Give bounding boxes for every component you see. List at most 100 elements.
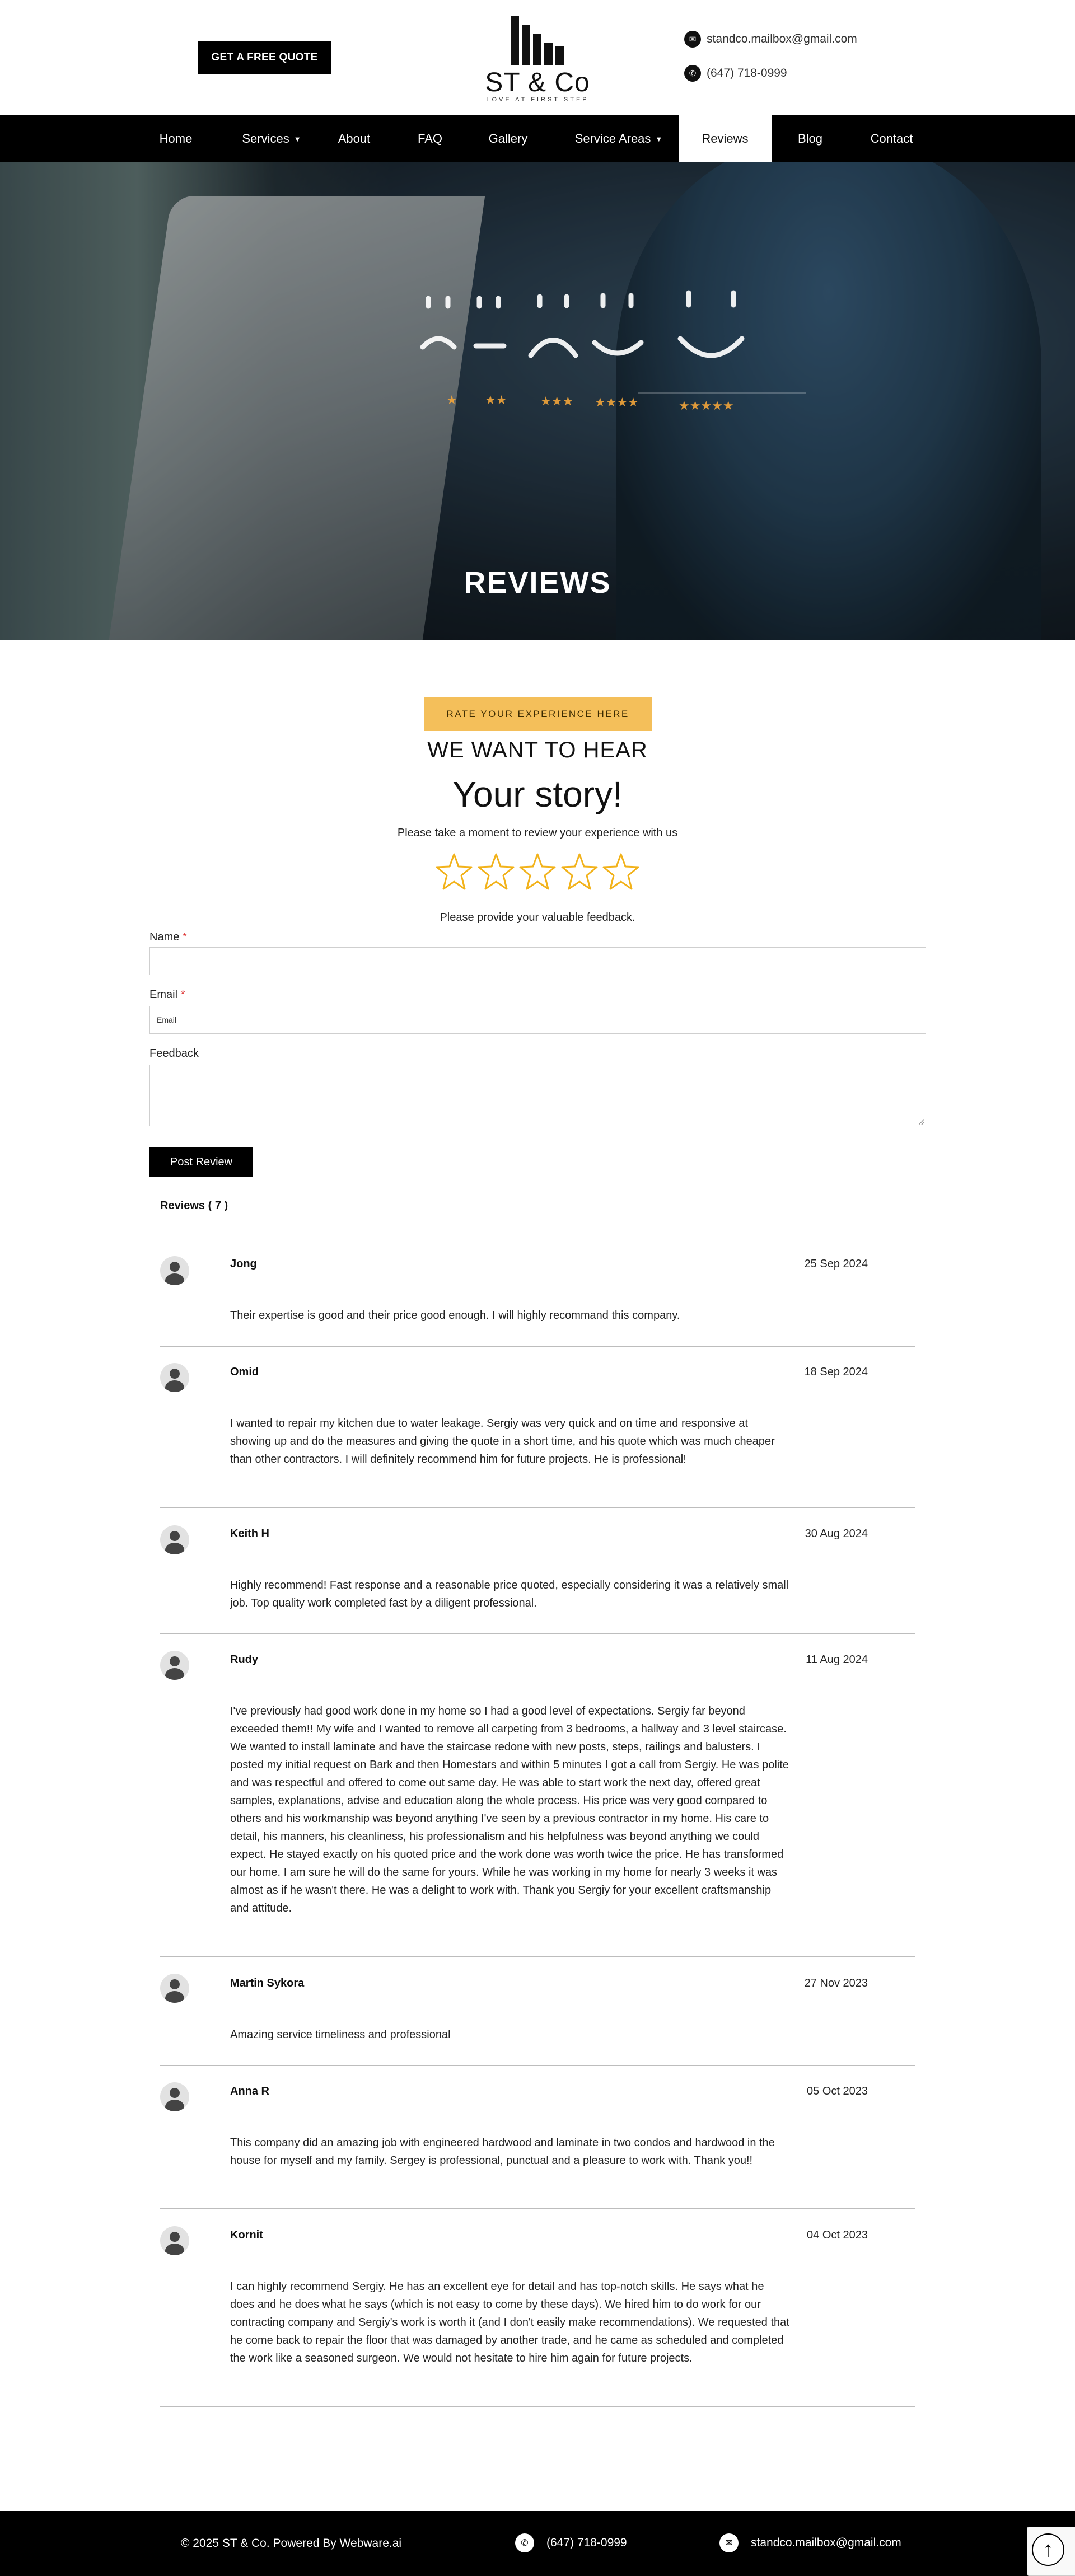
nav-item-reviews[interactable]: Reviews: [679, 115, 772, 162]
nav-label: Gallery: [488, 132, 528, 146]
review-item: Jong 25 Sep 2024 Their expertise is good…: [160, 1243, 915, 1347]
review-intro-text: Please take a moment to review your expe…: [397, 827, 678, 839]
nav-item-service-areas[interactable]: Service Areas ▼: [563, 115, 675, 162]
nav-item-about[interactable]: About: [319, 115, 389, 162]
email-placeholder: Email: [157, 1015, 177, 1024]
user-avatar-icon: [160, 1256, 189, 1285]
review-text: I've previously had good work done in my…: [230, 1705, 789, 1914]
nav-item-blog[interactable]: Blog: [779, 115, 841, 162]
site-header: GET A FREE QUOTE ST & Co LOVE AT FIRST S…: [0, 0, 1075, 115]
reviewer-name: Anna R: [230, 2085, 269, 2097]
reviewer-name: Kornit: [230, 2229, 263, 2241]
review-item: Keith H 30 Aug 2024 Highly recommend! Fa…: [160, 1512, 915, 1634]
user-avatar-icon: [160, 1651, 189, 1680]
get-free-quote-button[interactable]: GET A FREE QUOTE: [198, 41, 331, 74]
nav-item-gallery[interactable]: Gallery: [470, 115, 546, 162]
page-title: REVIEWS: [464, 566, 611, 599]
nav-label: About: [338, 132, 371, 146]
star-outline-icon[interactable]: [519, 853, 556, 892]
email-label: Email *: [149, 989, 185, 1001]
reviewer-name: Rudy: [230, 1654, 258, 1666]
user-avatar-icon: [160, 2226, 189, 2255]
star-outline-icon[interactable]: [478, 853, 515, 892]
review-date: 27 Nov 2023: [804, 1977, 868, 1989]
nav-item-contact[interactable]: Contact: [851, 115, 932, 162]
review-text: I wanted to repair my kitchen due to wat…: [230, 1417, 775, 1465]
review-text: This company did an amazing job with eng…: [230, 2137, 775, 2167]
header-phone[interactable]: ✆ (647) 718-0999: [684, 65, 787, 82]
required-mark: *: [182, 931, 187, 943]
copyright-text[interactable]: © 2025 ST & Co. Powered By Webware.ai: [181, 2537, 401, 2550]
logo-tagline: LOVE AT FIRST STEP: [486, 96, 589, 103]
user-avatar-icon: [160, 1974, 189, 2003]
review-text: I can highly recommend Sergiy. He has an…: [230, 2280, 789, 2364]
star-outline-icon[interactable]: [436, 853, 473, 892]
header-email[interactable]: ✉ standco.mailbox@gmail.com: [684, 31, 857, 48]
back-to-top-button[interactable]: ↑: [1032, 2533, 1064, 2566]
section-heading-large: Your story!: [452, 774, 623, 814]
nav-label: FAQ: [417, 132, 442, 146]
nav-label: Reviews: [702, 132, 749, 146]
footer-phone[interactable]: ✆ (647) 718-0999: [515, 2533, 627, 2552]
svg-text:★★: ★★: [485, 394, 507, 408]
caret-down-icon: ▼: [655, 134, 663, 143]
logo-mark: [511, 16, 567, 65]
envelope-icon: ✉: [719, 2533, 739, 2552]
star-rating-input[interactable]: [436, 853, 639, 895]
hero-banner: ★ ★★ ★★★ ★★★★ ★★★★★ REVIEWS: [0, 162, 1075, 640]
star-outline-icon[interactable]: [561, 853, 598, 892]
nav-label: Home: [159, 132, 193, 146]
caret-down-icon: ▼: [293, 134, 301, 143]
review-date: 30 Aug 2024: [805, 1528, 868, 1540]
arrow-up-icon: ↑: [1043, 2537, 1054, 2561]
nav-item-home[interactable]: Home: [142, 115, 209, 162]
site-footer: © 2025 ST & Co. Powered By Webware.ai ✆ …: [0, 2511, 1075, 2576]
review-date: 11 Aug 2024: [806, 1654, 868, 1666]
post-review-button[interactable]: Post Review: [149, 1147, 253, 1177]
main-nav: Home Services ▼ About FAQ Gallery Servic…: [0, 115, 1075, 162]
feedback-label: Feedback: [149, 1047, 199, 1060]
review-date: 05 Oct 2023: [807, 2085, 868, 2097]
reviewer-name: Keith H: [230, 1528, 269, 1540]
reviews-count: Reviews ( 7 ): [160, 1200, 228, 1212]
review-item: Kornit 04 Oct 2023 I can highly recommen…: [160, 2214, 915, 2407]
nav-item-services[interactable]: Services ▼: [230, 115, 314, 162]
nav-item-faq[interactable]: FAQ: [399, 115, 461, 162]
review-text: Amazing service timeliness and professio…: [230, 2029, 451, 2041]
name-label: Name *: [149, 931, 187, 943]
nav-label: Services: [242, 132, 289, 146]
user-avatar-icon: [160, 2082, 189, 2111]
star-outline-icon[interactable]: [602, 853, 639, 892]
nav-label: Service Areas: [574, 132, 651, 146]
section-heading-small: WE WANT TO HEAR: [427, 738, 648, 762]
phone-icon: ✆: [684, 65, 701, 82]
nav-label: Contact: [870, 132, 913, 146]
footer-email-text: standco.mailbox@gmail.com: [751, 2536, 901, 2549]
review-text: Their expertise is good and their price …: [230, 1309, 680, 1322]
user-avatar-icon: [160, 1363, 189, 1392]
site-logo[interactable]: ST & Co LOVE AT FIRST STEP: [476, 12, 599, 105]
review-item: Anna R 05 Oct 2023 This company did an a…: [160, 2070, 915, 2209]
header-email-text: standco.mailbox@gmail.com: [707, 32, 857, 45]
rate-experience-label: RATE YOUR EXPERIENCE HERE: [424, 697, 652, 731]
resize-handle[interactable]: [919, 1119, 924, 1125]
svg-text:★★★: ★★★: [540, 395, 573, 409]
review-date: 25 Sep 2024: [804, 1258, 868, 1270]
envelope-icon: ✉: [684, 31, 701, 48]
email-input[interactable]: Email: [149, 1006, 926, 1034]
reviewer-name: Omid: [230, 1366, 259, 1378]
feedback-textarea[interactable]: [149, 1065, 926, 1126]
required-mark: *: [180, 989, 185, 1001]
reviewer-name: Martin Sykora: [230, 1977, 305, 1989]
phone-icon: ✆: [515, 2533, 534, 2552]
review-item: Rudy 11 Aug 2024 I've previously had goo…: [160, 1638, 915, 1957]
svg-text:★: ★: [446, 394, 457, 408]
reviewer-name: Jong: [230, 1258, 257, 1270]
feedback-prompt: Please provide your valuable feedback.: [440, 911, 635, 924]
review-date: 04 Oct 2023: [807, 2229, 868, 2241]
footer-email[interactable]: ✉ standco.mailbox@gmail.com: [719, 2533, 901, 2552]
logo-name: ST & Co: [485, 68, 590, 97]
review-item: Martin Sykora 27 Nov 2023 Amazing servic…: [160, 1962, 915, 2066]
header-phone-text: (647) 718-0999: [707, 67, 787, 79]
name-input[interactable]: [149, 947, 926, 975]
